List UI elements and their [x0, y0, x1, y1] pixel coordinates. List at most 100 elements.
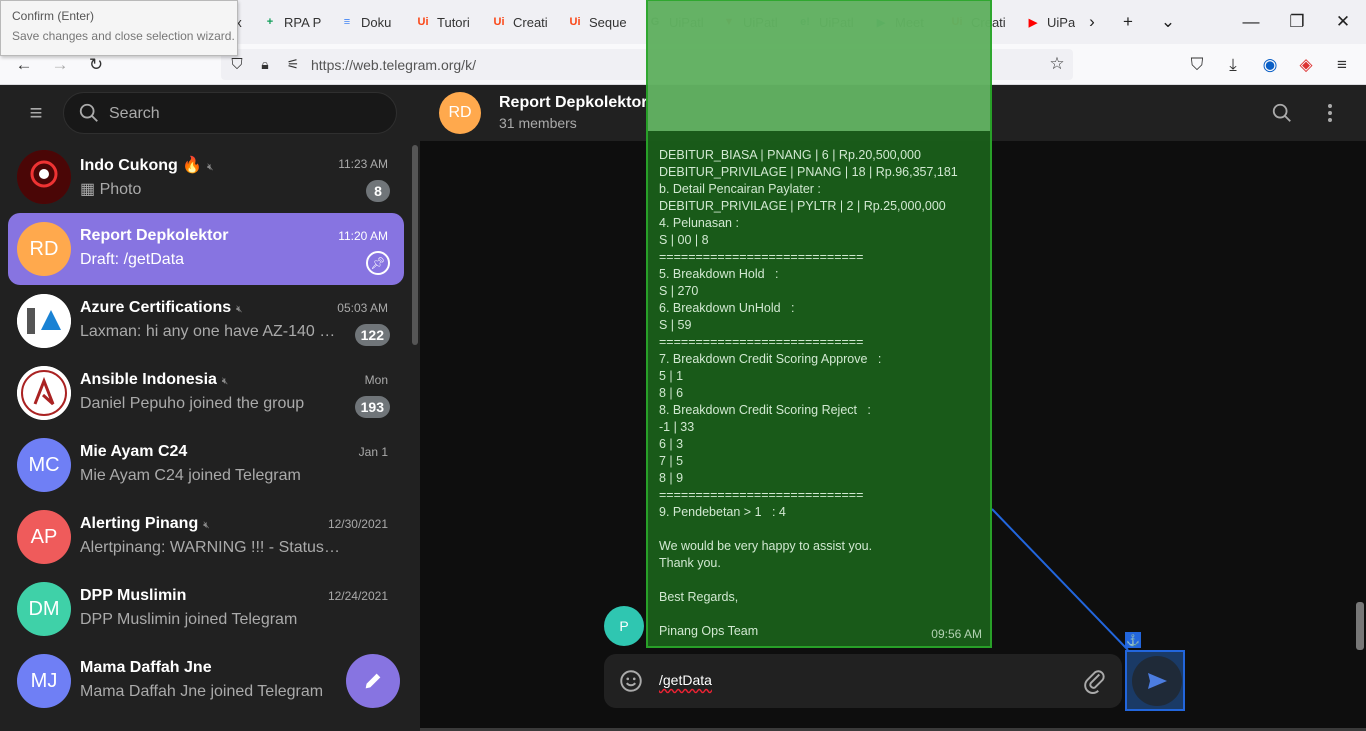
- lock-icon[interactable]: 🔒︎: [251, 50, 279, 78]
- permissions-icon[interactable]: ⚟: [279, 50, 307, 78]
- chat-scrollbar[interactable]: [1356, 602, 1364, 650]
- chat-list-scrollbar[interactable]: [412, 145, 418, 345]
- message-input[interactable]: /getData: [659, 672, 712, 688]
- tab-favicon-icon: ≡: [343, 16, 351, 28]
- message-line: ============================: [659, 250, 864, 264]
- message-time: 09:56 AM: [931, 627, 982, 641]
- chat-list-item[interactable]: DM DPP Muslimin 12/24/2021 DPP Muslimin joi…: [8, 573, 404, 645]
- pencil-icon: [365, 673, 381, 689]
- tab-favicon-icon: ▶: [1028, 16, 1038, 29]
- unread-badge: 8: [366, 180, 390, 202]
- chat-list-item[interactable]: Azure Certifications 🔇︎ 05:03 AM Laxman: hi…: [8, 285, 404, 357]
- message-line: 8 | 9: [659, 471, 684, 485]
- minimize-window-button[interactable]: —: [1237, 8, 1265, 36]
- chat-preview: DPP Muslimin joined Telegram: [80, 611, 298, 628]
- close-window-button[interactable]: ✕: [1329, 8, 1357, 36]
- chat-preview: ▦ Photo: [80, 181, 142, 198]
- restore-window-button[interactable]: ❐: [1283, 8, 1311, 36]
- chat-preview: Mama Daffah Jne joined Telegram: [80, 683, 324, 700]
- search-input[interactable]: Search: [63, 92, 397, 134]
- tab-label: Tutori: [437, 14, 470, 30]
- chat-name: Report Depkolektor: [80, 227, 229, 244]
- selection-overlay: [648, 1, 990, 131]
- downloads-icon[interactable]: ⤓: [1219, 51, 1247, 79]
- chat-time: 11:23 AM: [338, 157, 388, 171]
- chat-avatar: DM: [17, 582, 71, 636]
- browser-tab[interactable]: ≡ Doku: [339, 6, 409, 38]
- list-tabs-icon[interactable]: ⌄: [1154, 8, 1182, 36]
- message-line: DEBITUR_BIASA | PNANG | 6 | Rp.20,500,00…: [659, 148, 921, 162]
- message-composer[interactable]: /getData: [604, 654, 1122, 708]
- extension-icon[interactable]: ◈: [1292, 51, 1320, 79]
- browser-tab[interactable]: Ui Creati: [491, 6, 561, 38]
- chat-avatar: RD: [17, 222, 71, 276]
- message-line: ============================: [659, 488, 864, 502]
- browser-tab[interactable]: Ui Tutori: [415, 6, 485, 38]
- tab-favicon-icon: Ui: [493, 16, 505, 28]
- tab-label: RPA P: [284, 14, 322, 30]
- message-line: [659, 572, 989, 589]
- send-button-selection[interactable]: [1125, 650, 1185, 711]
- chat-title[interactable]: Report Depkolektor: [499, 94, 647, 112]
- chat-avatar[interactable]: RD: [439, 92, 481, 134]
- emoji-icon[interactable]: [618, 668, 644, 694]
- new-tab-button[interactable]: +: [1114, 8, 1142, 36]
- pocket-icon[interactable]: ⛉: [1183, 51, 1211, 79]
- message-bubble[interactable]: DEBITUR_BIASA | PNANG | 6 | Rp.20,500,00…: [646, 0, 992, 648]
- chat-time: Jan 1: [358, 445, 388, 459]
- browser-tab[interactable]: Ui Seque: [567, 6, 637, 38]
- hamburger-menu-icon[interactable]: ≡: [22, 99, 50, 127]
- chat-list-sidebar: ≡ Search Indo Cukong 🔥 🔇︎ 11:23 AM ▦ Photo 8…: [0, 85, 420, 731]
- chat-avatar: MJ: [17, 654, 71, 708]
- send-icon: [1148, 673, 1167, 689]
- new-message-button[interactable]: [346, 654, 400, 708]
- message-line: 9. Pendebetan > 1 : 4: [659, 505, 786, 519]
- pin-icon: 📌︎: [366, 251, 390, 275]
- url-text[interactable]: https://web.telegram.org/k/: [311, 57, 476, 73]
- chat-list-item[interactable]: Indo Cukong 🔥 🔇︎ 11:23 AM ▦ Photo 8: [8, 141, 404, 213]
- bookmark-star-icon[interactable]: ☆: [1043, 50, 1071, 78]
- tooltip-text: Save changes and close selection wizard.: [12, 29, 235, 43]
- chat-avatar: [17, 366, 71, 420]
- browser-tab[interactable]: + RPA P: [262, 6, 332, 38]
- unread-badge: 122: [354, 324, 390, 346]
- tab-favicon-icon: +: [266, 16, 274, 28]
- search-placeholder: Search: [109, 105, 160, 122]
- confirm-tooltip: Confirm (Enter) Save changes and close s…: [0, 0, 238, 56]
- chat-time: Mon: [364, 373, 388, 387]
- message-line: ============================: [659, 335, 864, 349]
- sender-avatar[interactable]: P: [604, 606, 644, 646]
- chat-name: Indo Cukong 🔥 🔇︎: [80, 157, 214, 174]
- chat-name: DPP Muslimin: [80, 587, 187, 604]
- chat-name: Azure Certifications 🔇︎: [80, 299, 243, 316]
- chat-search-icon[interactable]: [1268, 99, 1296, 127]
- message-line: 5 | 1: [659, 369, 684, 383]
- muted-icon: 🔇︎: [203, 520, 210, 531]
- chat-list-item[interactable]: MJMama Daffah Jne12/2Mama Daffah Jne joi…: [8, 645, 404, 717]
- send-button[interactable]: [1132, 656, 1182, 706]
- chat-preview: Daniel Pepuho joined the group: [80, 395, 305, 412]
- chat-avatar: AP: [17, 510, 71, 564]
- chat-list-item[interactable]: RD Report Depkolektor 11:20 AM Draft: /getD…: [8, 213, 404, 285]
- app-menu-icon[interactable]: ≡: [1328, 51, 1356, 79]
- more-options-icon[interactable]: [1316, 99, 1344, 127]
- message-line: 6. Breakdown UnHold :: [659, 301, 795, 315]
- chat-time: 12/30/2021: [327, 517, 388, 531]
- paperclip-icon[interactable]: [1082, 668, 1108, 694]
- tab-scroll-right-icon[interactable]: ›: [1078, 8, 1106, 36]
- anchor-icon: ⚓: [1125, 632, 1141, 648]
- search-icon: [79, 103, 98, 122]
- chat-name: Mie Ayam C24: [80, 443, 188, 460]
- message-line: 4. Pelunasan :: [659, 216, 739, 230]
- chat-time: 12/24/2021: [327, 589, 388, 603]
- tab-favicon-icon: Ui: [569, 16, 581, 28]
- message-line: b. Detail Pencairan Paylater :: [659, 182, 821, 196]
- chat-list-item[interactable]: Ansible Indonesia 🔇︎ Mon Daniel Pepuho join…: [8, 357, 404, 429]
- message-line: 7 | 5: [659, 454, 684, 468]
- chat-avatar: [17, 294, 71, 348]
- chat-list-item[interactable]: AP Alerting Pinang 🔇︎ 12/30/2021 Alertpinang…: [8, 501, 404, 573]
- password-manager-icon[interactable]: ◉: [1256, 51, 1284, 79]
- chat-list-item[interactable]: MC Mie Ayam C24 Jan 1 Mie Ayam C24 joined T…: [8, 429, 404, 501]
- message-text: DEBITUR_BIASA | PNANG | 6 | Rp.20,500,00…: [659, 147, 989, 640]
- muted-icon: 🔇︎: [221, 376, 229, 387]
